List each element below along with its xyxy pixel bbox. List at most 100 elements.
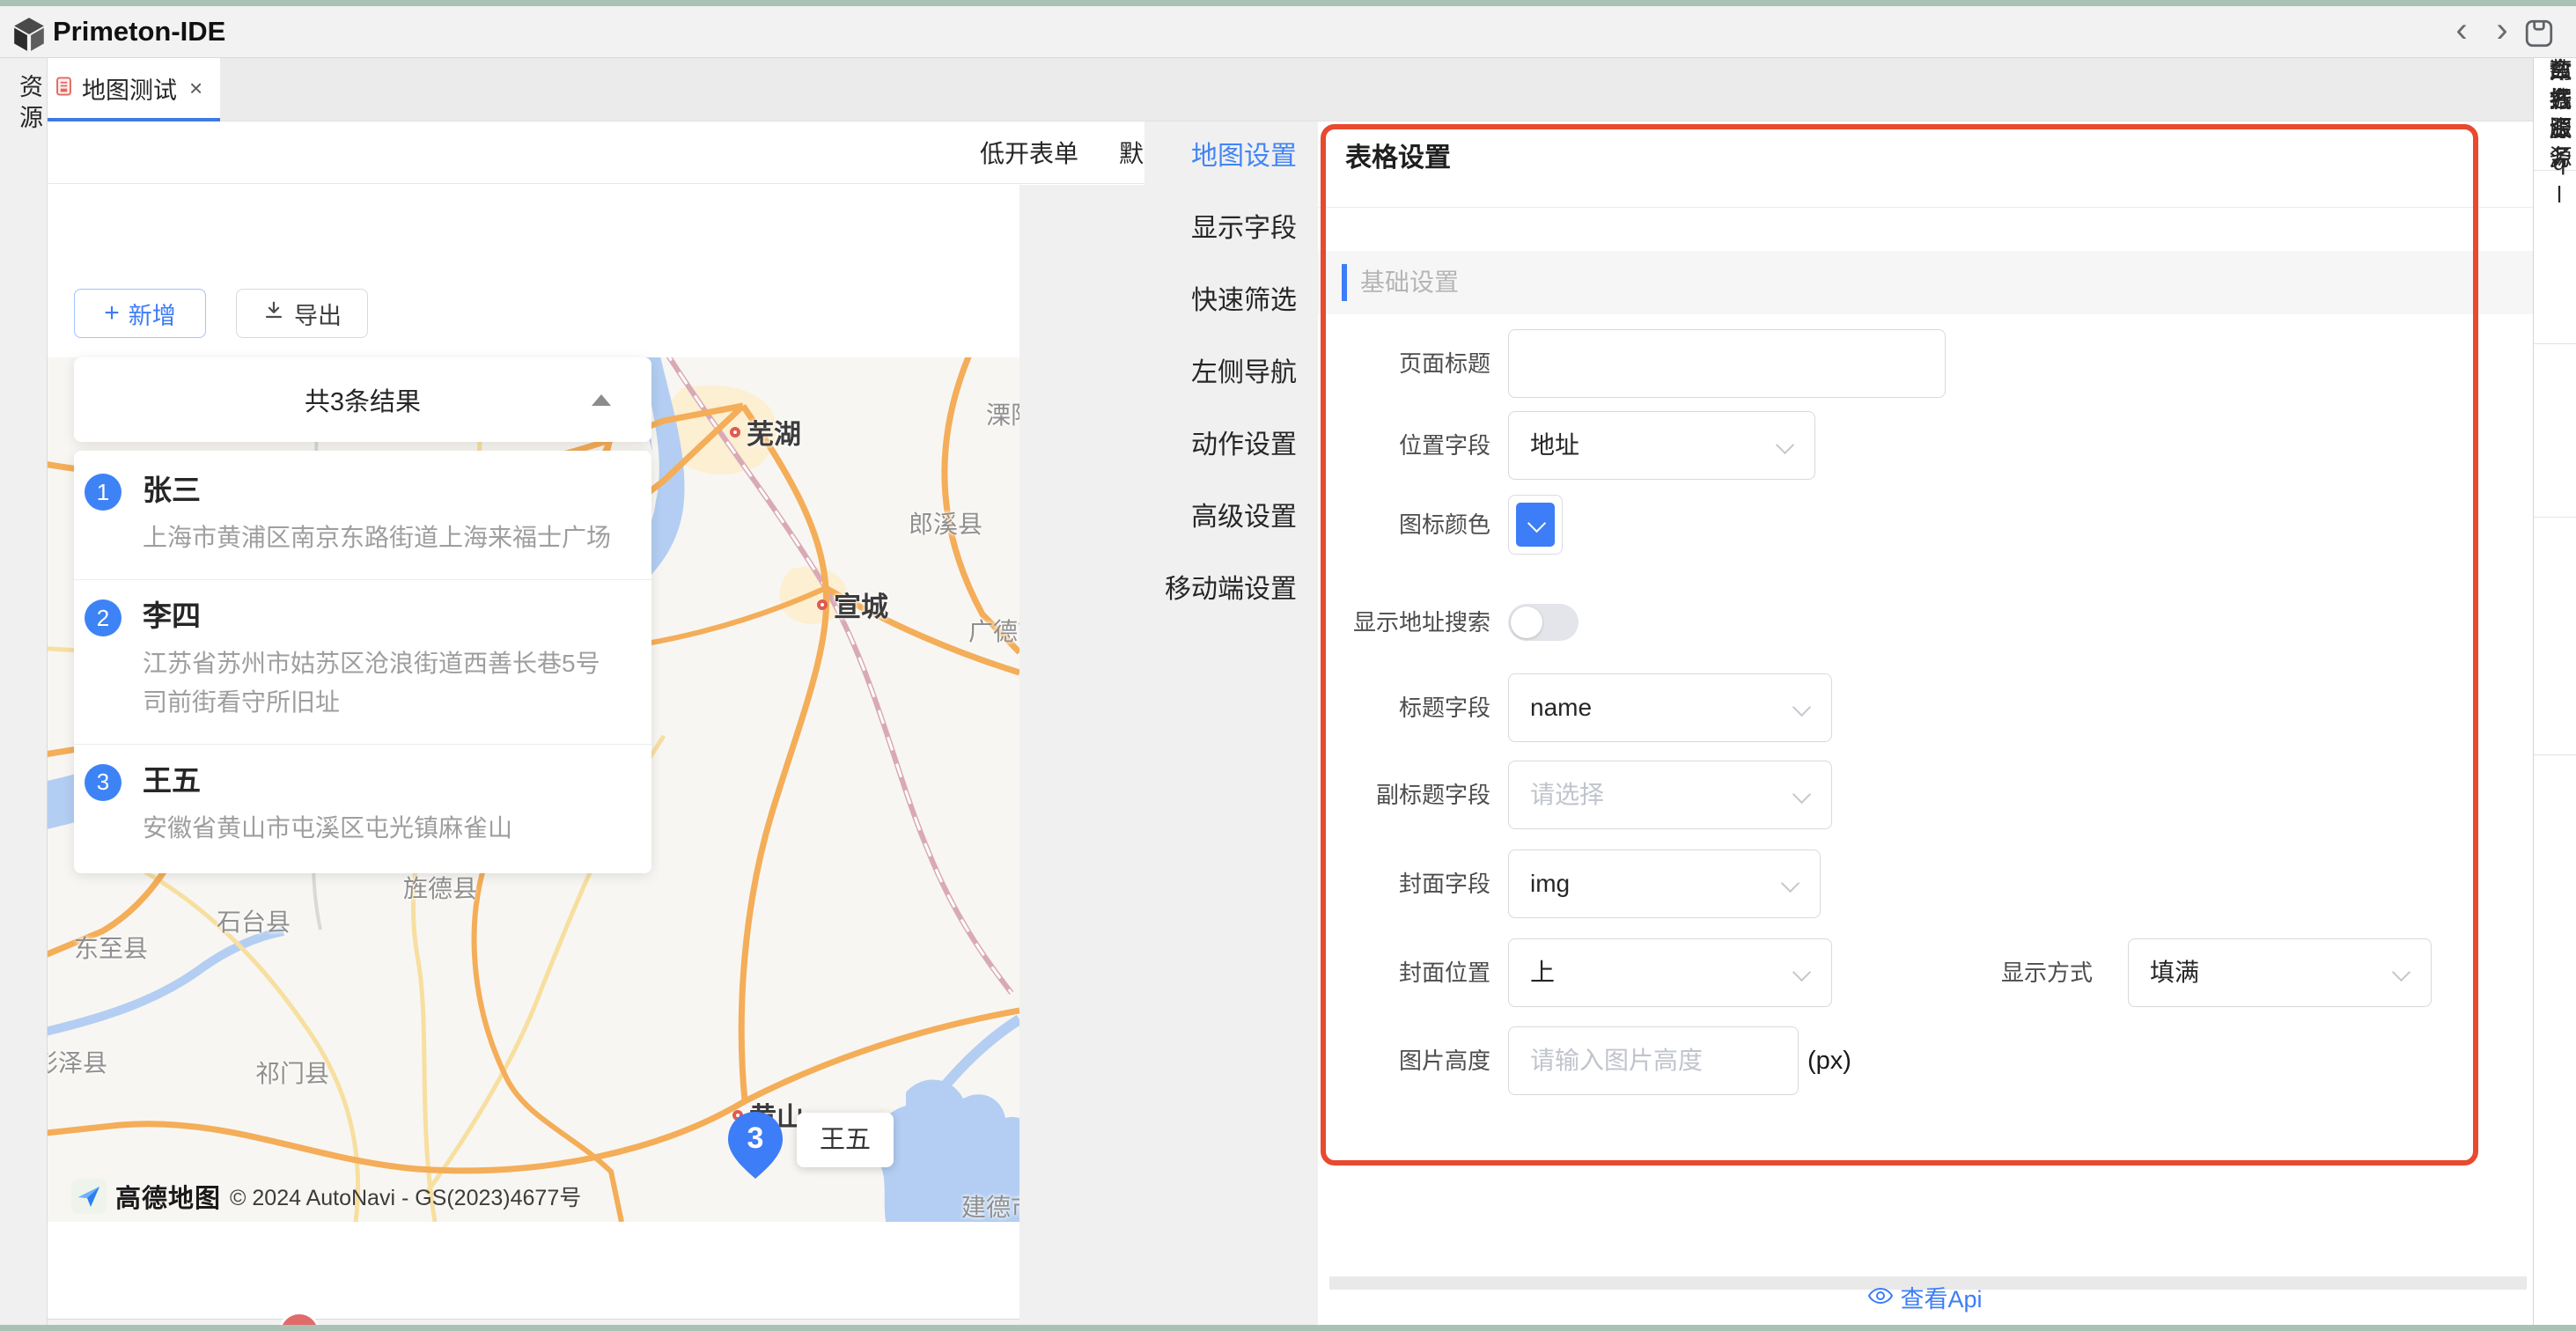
right-sidebar-item[interactable]: 命名Sql — [2534, 58, 2576, 214]
position-field-select[interactable]: 地址 — [1508, 411, 1815, 480]
cover-position-select[interactable]: 上 — [1508, 938, 1832, 1007]
cover-field-select[interactable]: img — [1508, 849, 1821, 918]
map-pin-3[interactable]: 3 — [727, 1111, 784, 1180]
settings-nav-item[interactable]: 高级设置 — [1191, 495, 1297, 533]
sidebar-divider — [2534, 754, 2576, 755]
address-search-toggle[interactable] — [1508, 604, 1579, 641]
page-header: 低开表单 默认 — [48, 121, 1144, 184]
view-api-link[interactable]: 查看Api — [1318, 1280, 2533, 1314]
result-index-badge: 2 — [85, 599, 121, 636]
page-header-tab[interactable]: 默认 — [1119, 135, 1144, 170]
history-back-button[interactable]: ‹ — [2444, 6, 2479, 57]
settings-drawer: 地图设置显示字段快速筛选左侧导航动作设置高级设置移动端设置 表格设置 基础设置 … — [1144, 121, 2533, 1331]
subtitle-field-label: 副标题字段 — [1318, 761, 1490, 829]
title-field-select[interactable]: name — [1508, 673, 1832, 742]
icon-color-picker[interactable] — [1508, 495, 1563, 555]
map-pin-label[interactable]: 王五 — [797, 1113, 894, 1167]
page-header-tabs: 低开表单 默认 — [980, 121, 1144, 183]
address-search-label: 显示地址搜索 — [1318, 588, 1490, 657]
right-sidebar: 数据源离线资源三方服务命名Sql — [2533, 58, 2576, 1325]
form-canvas: + 新增 导出 — [48, 185, 1019, 1331]
save-icon[interactable] — [2523, 18, 2555, 54]
panel-title: 表格设置 — [1345, 136, 1451, 174]
sidebar-divider — [2534, 517, 2576, 518]
page-title-input[interactable] — [1508, 329, 1946, 398]
display-mode-select[interactable]: 填满 — [2128, 938, 2432, 1007]
title-field-value: name — [1530, 674, 1810, 741]
plus-icon: + — [104, 300, 120, 327]
settings-nav-item[interactable]: 动作设置 — [1191, 423, 1297, 461]
image-height-input[interactable] — [1508, 1026, 1799, 1095]
map-place-label: 建德市 — [961, 1188, 1019, 1222]
add-button-label: 新增 — [129, 297, 176, 331]
map-copyright: © 2024 AutoNavi - GS(2023)4677号 — [230, 1180, 581, 1212]
toggle-knob — [1511, 607, 1542, 638]
list-item[interactable]: 2 李四 江苏省苏州市姑苏区沧浪街道西善长巷5号司前街看守所旧址 — [74, 580, 651, 745]
view-api-label: 查看Api — [1900, 1280, 1982, 1314]
page-title-label: 页面标题 — [1318, 329, 1490, 398]
history-forward-button[interactable]: › — [2484, 6, 2520, 57]
map-place-label: 彭泽县 — [48, 1044, 107, 1079]
image-height-label: 图片高度 — [1318, 1026, 1490, 1095]
left-sidebar: 资源 — [0, 58, 48, 1325]
result-name: 李四 — [143, 598, 618, 636]
position-field-value: 地址 — [1530, 412, 1793, 479]
primeton-logo-icon — [12, 16, 46, 57]
list-item[interactable]: 1 张三 上海市黄浦区南京东路街道上海来福士广场 — [74, 454, 651, 580]
subtitle-field-placeholder: 请选择 — [1530, 761, 1810, 828]
designer-page: 低开表单 默认 + 新增 导出 — [48, 121, 1144, 1331]
results-list: 1 张三 上海市黄浦区南京东路街道上海来福士广场 2 李四 江苏省苏州市姑苏区沧… — [74, 451, 651, 873]
page-body: + 新增 导出 — [48, 185, 1144, 1331]
map-attribution: 高德地图 © 2024 AutoNavi - GS(2023)4677号 — [71, 1178, 581, 1215]
result-address: 江苏省苏州市姑苏区沧浪街道西善长巷5号司前街看守所旧址 — [143, 644, 618, 721]
section-accent-bar — [1342, 264, 1347, 301]
cover-field-label: 封面字段 — [1318, 849, 1490, 918]
result-address: 安徽省黄山市屯溪区屯光镇麻雀山 — [143, 809, 512, 847]
sidebar-item-resources[interactable]: 资源 — [0, 74, 47, 136]
map-place-label: 宣城 — [817, 585, 888, 624]
cover-position-value: 上 — [1530, 939, 1810, 1006]
app-window: Primeton-IDE ‹ › 地图测试 × 资源 — [0, 0, 2576, 1331]
editor-tab-strip: 地图测试 × — [0, 58, 2576, 121]
window-edge-top — [0, 0, 2576, 6]
settings-nav-item[interactable]: 左侧导航 — [1191, 350, 1297, 389]
panel-divider — [1318, 207, 2533, 208]
title-bar: Primeton-IDE ‹ › — [0, 6, 2576, 58]
export-button-label: 导出 — [294, 297, 342, 331]
map-place-label: 溧阳 — [986, 396, 1019, 431]
results-summary-card: 共3条结果 — [74, 357, 651, 442]
page-header-tab[interactable]: 低开表单 — [980, 135, 1078, 170]
map-place-label: 东至县 — [74, 930, 148, 965]
export-button[interactable]: 导出 — [236, 289, 368, 338]
app-title: Primeton-IDE — [53, 6, 225, 57]
amap-brand: 高德地图 — [115, 1178, 221, 1215]
result-name: 张三 — [143, 472, 611, 510]
tab-close-icon[interactable]: × — [189, 75, 202, 102]
tab-map-test[interactable]: 地图测试 × — [40, 58, 220, 118]
settings-nav-item[interactable]: 快速筛选 — [1191, 278, 1297, 317]
window-edge-bottom — [0, 1325, 2576, 1331]
map-place-label: 芜湖 — [730, 412, 801, 452]
add-button[interactable]: + 新增 — [74, 289, 206, 338]
city-marker-icon — [730, 427, 740, 438]
map-place-label: 广德市 — [968, 613, 1019, 648]
settings-nav-item[interactable]: 显示字段 — [1191, 206, 1297, 245]
results-summary: 共3条结果 — [305, 381, 421, 418]
settings-nav-item[interactable]: 移动端设置 — [1165, 567, 1297, 606]
map-place-label: 郎溪县 — [909, 505, 983, 540]
basic-settings-section: 基础设置 — [1318, 251, 2533, 314]
tab-label: 地图测试 — [82, 71, 177, 106]
display-mode-label: 显示方式 — [1934, 938, 2093, 1007]
icon-color-label: 图标颜色 — [1318, 490, 1490, 559]
list-item[interactable]: 3 王五 安徽省黄山市屯溪区屯光镇麻雀山 — [74, 745, 651, 870]
result-index-badge: 3 — [85, 764, 121, 801]
amap-logo-icon — [71, 1179, 107, 1214]
form-doc-icon — [56, 77, 71, 100]
city-marker-icon — [817, 599, 828, 610]
subtitle-field-select[interactable]: 请选择 — [1508, 761, 1832, 829]
result-index-badge: 1 — [85, 474, 121, 511]
map-place-label: 旌德县 — [403, 870, 477, 905]
map-pin-number: 3 — [727, 1121, 784, 1156]
settings-nav-item[interactable]: 地图设置 — [1191, 134, 1297, 173]
collapse-caret-icon[interactable] — [592, 394, 611, 406]
